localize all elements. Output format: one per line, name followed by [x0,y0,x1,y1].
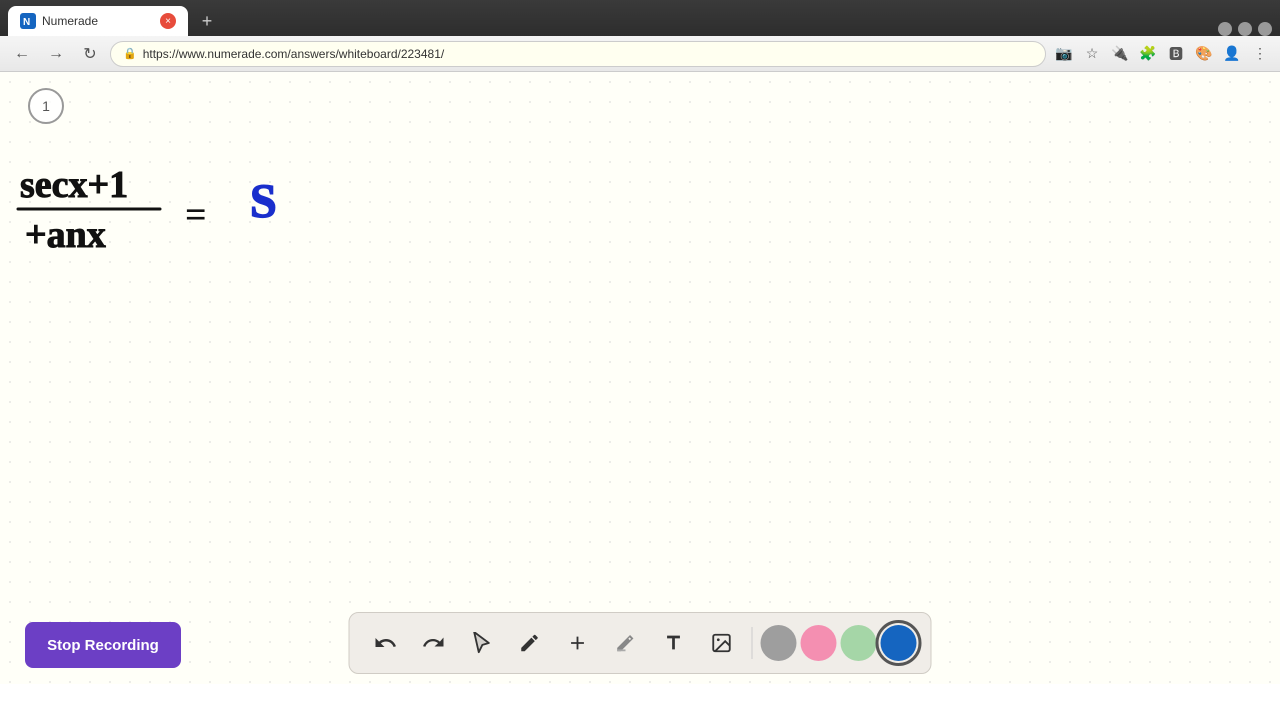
eraser-icon [615,632,637,654]
text-tool-button[interactable] [652,621,696,665]
svg-text:N: N [23,17,30,28]
text-icon [663,632,685,654]
new-tab-button[interactable]: + [192,6,222,36]
add-button[interactable] [556,621,600,665]
extension-1-icon[interactable]: 🔌 [1108,42,1132,66]
extension-4-icon[interactable]: 🎨 [1192,42,1216,66]
maximize-button[interactable] [1238,22,1252,36]
close-button[interactable] [1258,22,1272,36]
window-controls [1218,22,1272,36]
select-tool-button[interactable] [460,621,504,665]
refresh-button[interactable]: ↻ [76,40,104,68]
color-green-button[interactable] [841,625,877,661]
profile-icon[interactable]: 👤 [1220,42,1244,66]
bookmark-icon[interactable]: ☆ [1080,42,1104,66]
tab-close-button[interactable]: × [160,13,176,29]
tab-title: Numerade [42,14,154,28]
svg-text:S: S [250,175,277,228]
cursor-icon [471,632,493,654]
minimize-button[interactable] [1218,22,1232,36]
svg-text:=: = [185,194,207,236]
pen-tool-button[interactable] [508,621,552,665]
pen-icon [519,632,541,654]
toolbar-divider [752,627,753,659]
svg-text:secx+1: secx+1 [20,164,128,206]
image-button[interactable] [700,621,744,665]
page-number: 1 [28,88,64,124]
extension-2-icon[interactable]: 🧩 [1136,42,1160,66]
forward-button[interactable]: → [42,40,70,68]
url-text: https://www.numerade.com/answers/whitebo… [143,47,445,61]
color-gray-button[interactable] [761,625,797,661]
stop-recording-button[interactable]: Stop Recording [25,622,181,668]
color-blue-button[interactable] [881,625,917,661]
color-pink-button[interactable] [801,625,837,661]
browser-nav: ← → ↻ 🔒 https://www.numerade.com/answers… [0,36,1280,72]
browser-chrome: N Numerade × + ← → ↻ 🔒 https://www.numer… [0,0,1280,72]
numerade-favicon: N [20,13,36,29]
back-button[interactable]: ← [8,40,36,68]
undo-button[interactable] [364,621,408,665]
whiteboard[interactable]: 1 secx+1 +anx = S Stop Recording [0,72,1280,684]
math-handwriting: secx+1 +anx = S [10,137,410,337]
image-icon [711,632,733,654]
plus-icon [567,632,589,654]
undo-icon [374,631,398,655]
browser-nav-icons: 📷 ☆ 🔌 🧩 🅱 🎨 👤 ⋮ [1052,42,1272,66]
screenshot-icon[interactable]: 📷 [1052,42,1076,66]
extension-3-icon[interactable]: 🅱 [1164,42,1188,66]
redo-icon [422,631,446,655]
redo-button[interactable] [412,621,456,665]
address-bar[interactable]: 🔒 https://www.numerade.com/answers/white… [110,41,1046,67]
bottom-toolbar [349,612,932,674]
menu-icon[interactable]: ⋮ [1248,42,1272,66]
svg-text:+anx: +anx [25,214,106,256]
browser-tab[interactable]: N Numerade × [8,6,188,36]
tab-bar: N Numerade × + [0,0,1280,36]
eraser-button[interactable] [604,621,648,665]
